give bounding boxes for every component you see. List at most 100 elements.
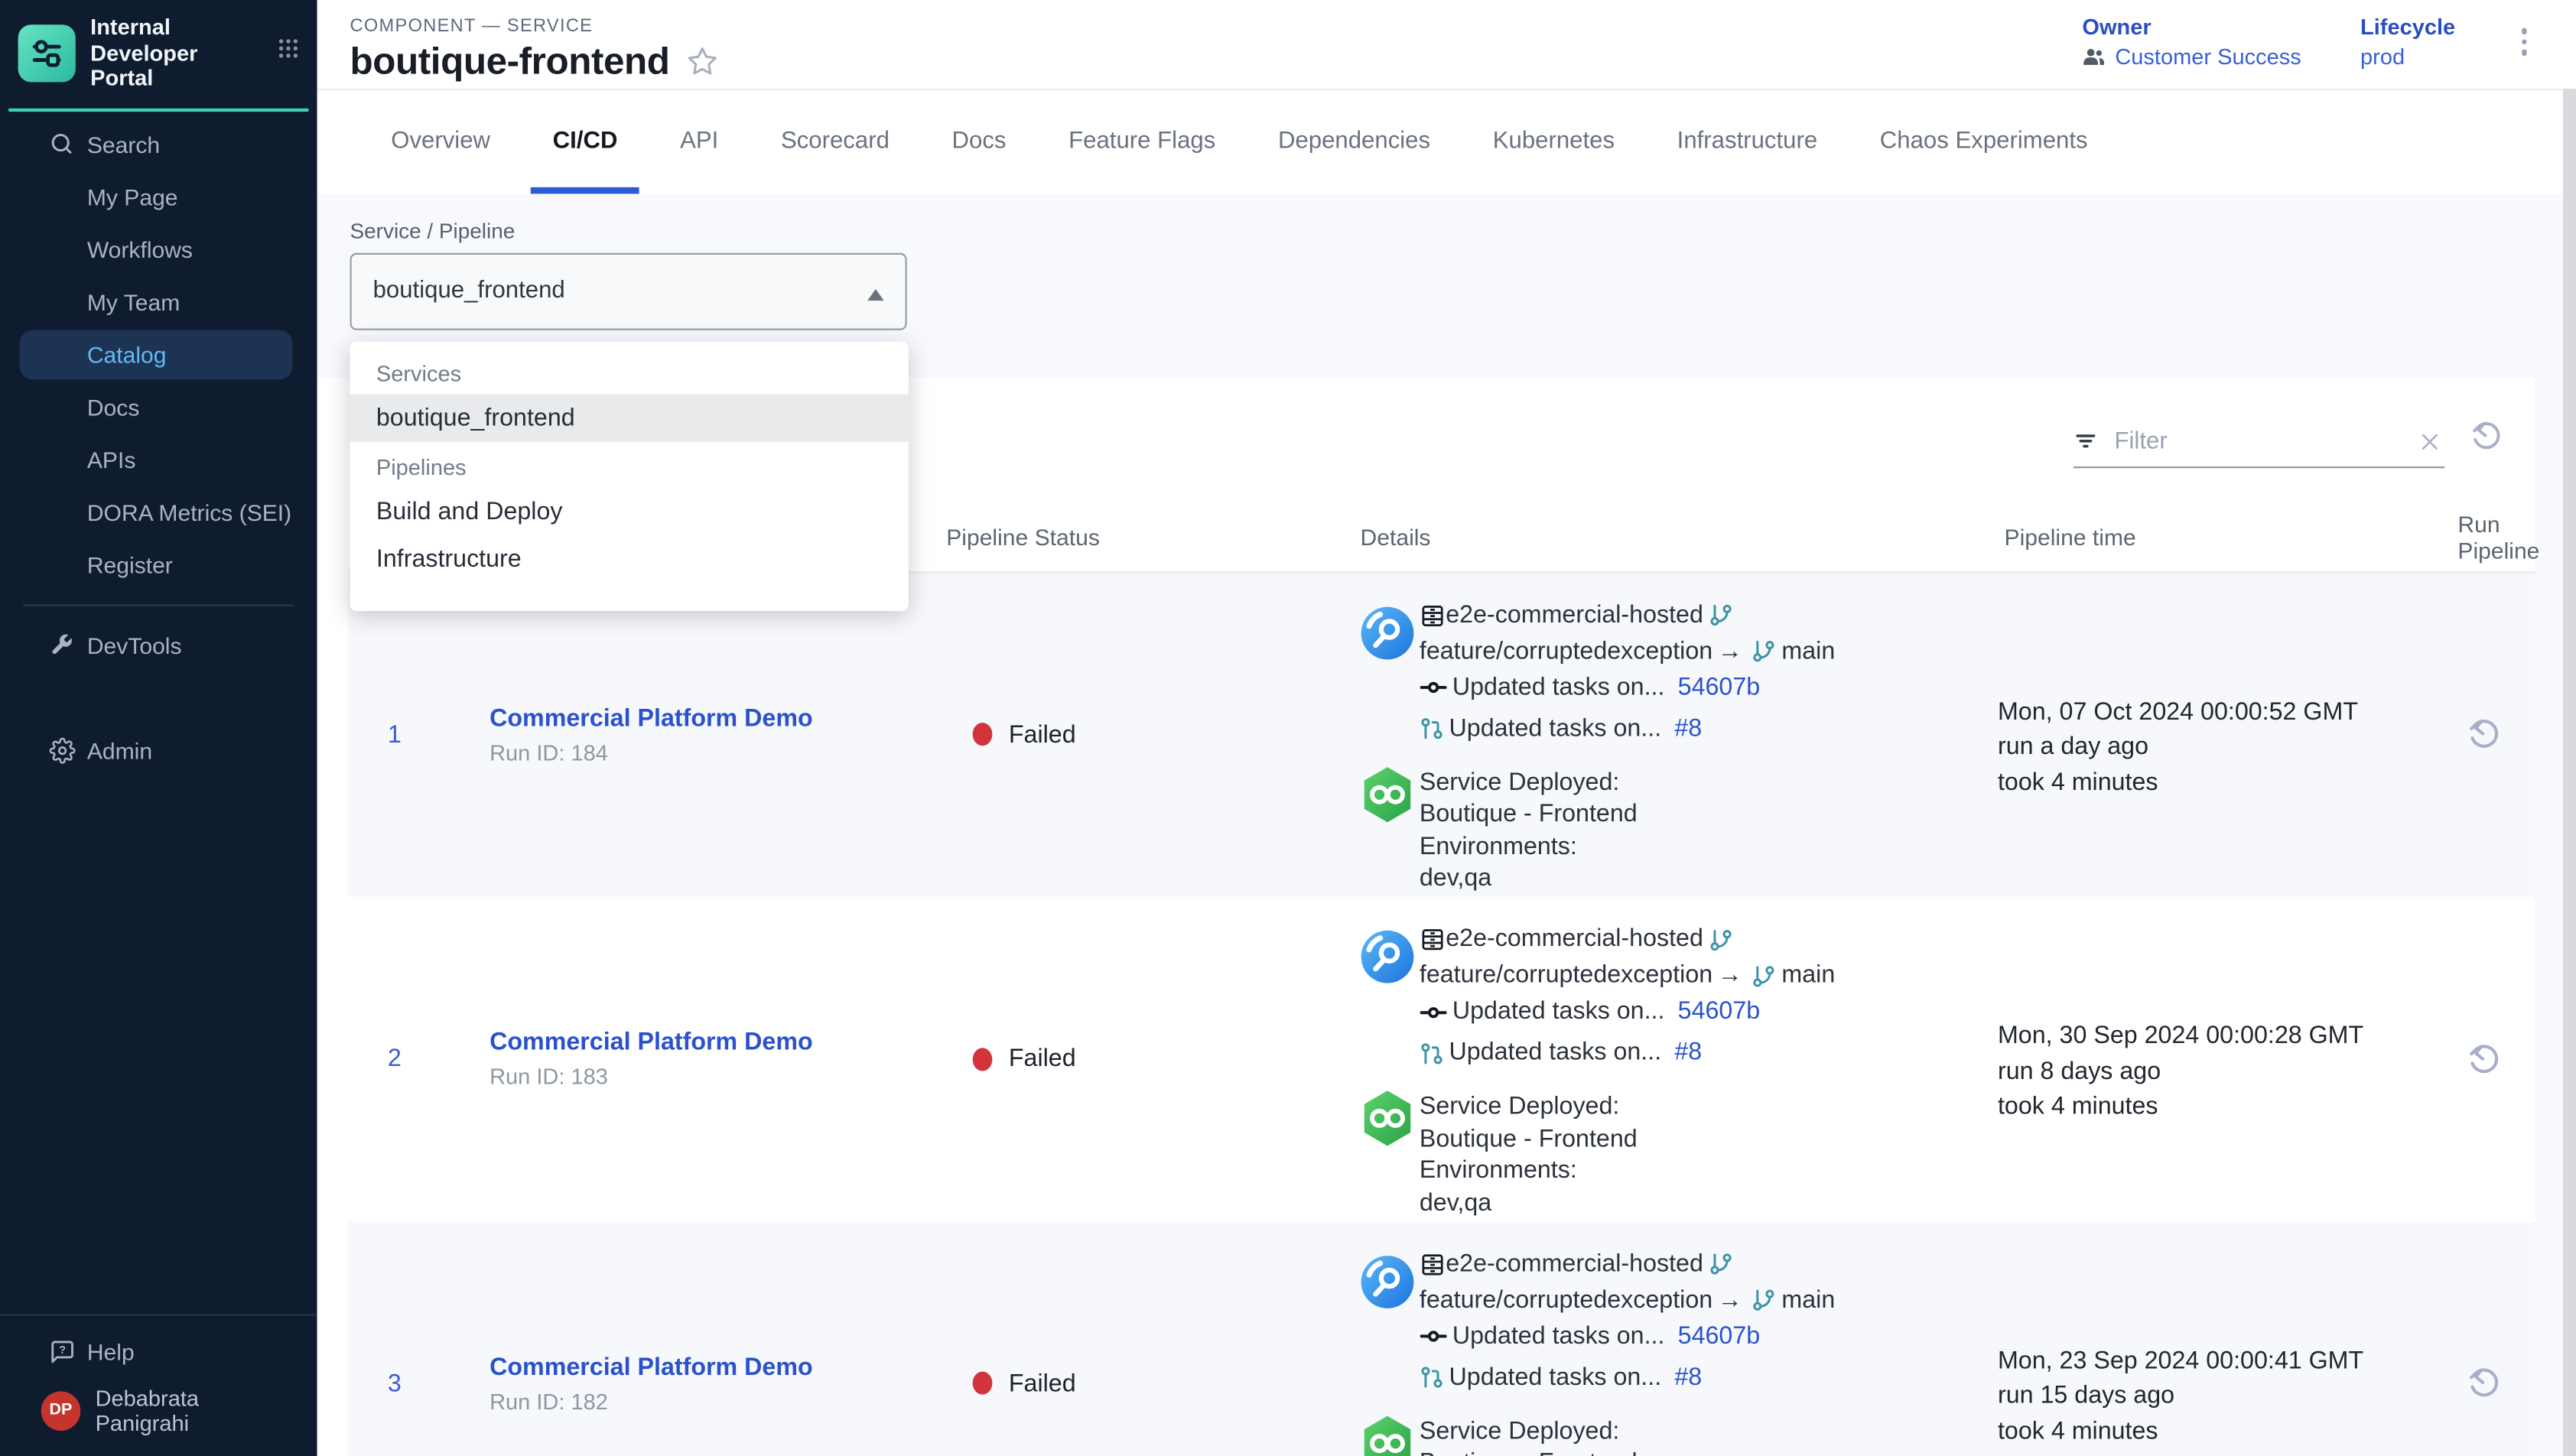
service-pipeline-select[interactable]: boutique_frontend [350, 252, 907, 330]
run-date: Mon, 07 Oct 2024 00:00:52 GMT [1998, 694, 2435, 730]
clear-filter-icon[interactable] [2418, 430, 2441, 453]
user-menu[interactable]: DP Debabrata Panigrahi [20, 1380, 293, 1439]
sidebar-item-label: My Page [87, 184, 178, 210]
status-failed-dot [973, 723, 993, 746]
tab-feature-flags[interactable]: Feature Flags [1037, 89, 1247, 193]
table-row: 2 Commercial Platform Demo Run ID: 183 F… [348, 897, 2534, 1221]
git-commit-icon [1420, 1322, 1448, 1350]
entity-header: COMPONENT — SERVICE boutique-frontend Ow… [317, 0, 2576, 89]
table-row: 1 Commercial Platform Demo Run ID: 184 F… [348, 573, 2534, 897]
sidebar-item-label: Admin [87, 737, 152, 763]
tab-kubernetes[interactable]: Kubernetes [1462, 89, 1646, 193]
tab-infrastructure[interactable]: Infrastructure [1646, 89, 1849, 193]
status-label: Failed [1009, 1045, 1076, 1074]
rerun-pipeline-icon[interactable] [2467, 717, 2503, 752]
executions-table: Pipeline Status Details Pipeline time Ru… [348, 502, 2534, 1456]
git-commit-icon [1420, 674, 1448, 702]
tab-overview[interactable]: Overview [359, 89, 521, 193]
sidebar-item-docs[interactable]: Docs [20, 381, 293, 434]
row-number: 2 [348, 897, 453, 1221]
sidebar-item-devtools[interactable]: DevTools [20, 619, 293, 672]
repo-name[interactable]: e2e-commercial-hosted [1446, 923, 1703, 956]
arrow-right-icon: → [1718, 959, 1742, 992]
pipeline-link[interactable]: Commercial Platform Demo [490, 1353, 940, 1381]
status-label: Failed [1009, 1370, 1076, 1398]
rerun-pipeline-icon[interactable] [2467, 1041, 2503, 1077]
sidebar-item-label: Workflows [87, 236, 193, 262]
repo-name[interactable]: e2e-commercial-hosted [1446, 599, 1703, 632]
commit-link[interactable]: 54607b [1678, 671, 1761, 704]
run-duration: took 4 minutes [1998, 1413, 2435, 1448]
gear-icon [47, 736, 76, 765]
search-icon [47, 131, 76, 159]
dropdown-option-build-and-deploy[interactable]: Build and Deploy [350, 487, 909, 535]
run-ago: run 15 days ago [1998, 1378, 2435, 1413]
select-value: boutique_frontend [352, 278, 565, 304]
col-header-details: Details [1354, 523, 1998, 549]
row-number: 3 [348, 1221, 453, 1456]
pipeline-link[interactable]: Commercial Platform Demo [490, 704, 940, 733]
filter-input[interactable] [2111, 426, 2418, 456]
pr-link[interactable]: #8 [1674, 1361, 1702, 1394]
commit-message: Updated tasks on... [1452, 996, 1665, 1029]
sidebar-item-my-team[interactable]: My Team [20, 276, 293, 329]
sidebar-item-register[interactable]: Register [20, 538, 293, 591]
scrollbar[interactable] [2563, 89, 2576, 1456]
sidebar-item-search[interactable]: Search [20, 119, 293, 171]
pr-link[interactable]: #8 [1674, 1036, 1702, 1069]
sidebar-item-apis[interactable]: APIs [20, 434, 293, 486]
arrow-right-icon: → [1718, 635, 1742, 668]
main-area: COMPONENT — SERVICE boutique-frontend Ow… [317, 0, 2576, 1456]
deploy-title: Service Deployed: [1420, 1090, 1835, 1123]
page-title: boutique-frontend [350, 40, 670, 84]
pr-message: Updated tasks on... [1449, 712, 1662, 745]
git-branch-icon [1708, 1252, 1732, 1276]
sidebar-item-dora-metrics[interactable]: DORA Metrics (SEI) [20, 486, 293, 539]
sidebar-item-help[interactable]: ? Help [20, 1324, 293, 1377]
run-date: Mon, 23 Sep 2024 00:00:41 GMT [1998, 1343, 2435, 1378]
rerun-pipeline-icon[interactable] [2467, 1366, 2503, 1402]
pr-link[interactable]: #8 [1674, 712, 1702, 745]
tab-scorecard[interactable]: Scorecard [750, 89, 921, 193]
dropdown-option-infrastructure[interactable]: Infrastructure [350, 535, 909, 582]
tab-chaos-experiments[interactable]: Chaos Experiments [1849, 89, 2119, 193]
sidebar-item-workflows[interactable]: Workflows [20, 223, 293, 276]
repository-icon [1420, 1251, 1446, 1277]
git-branch-icon [1708, 603, 1732, 627]
favorite-star-icon[interactable] [686, 46, 717, 77]
commit-message: Updated tasks on... [1452, 671, 1665, 704]
env-label: Environments: [1420, 1155, 1835, 1187]
sidebar-item-my-page[interactable]: My Page [20, 171, 293, 223]
col-header-run-pipeline: Run Pipeline [2435, 510, 2534, 563]
apps-grid-icon[interactable] [276, 37, 301, 70]
cd-module-icon [1359, 765, 1413, 832]
sidebar-divider [23, 604, 294, 606]
tab-dependencies[interactable]: Dependencies [1247, 89, 1462, 193]
idp-logo[interactable] [18, 24, 76, 82]
sidebar-item-admin[interactable]: Admin [20, 724, 293, 777]
sidebar-item-label: Search [87, 132, 160, 158]
filter-field [2073, 417, 2444, 468]
commit-link[interactable]: 54607b [1678, 996, 1761, 1029]
dropdown-group-services: Services [350, 347, 909, 393]
sidebar-item-catalog[interactable]: Catalog [20, 330, 293, 379]
more-options-kebab-icon[interactable] [2515, 18, 2534, 65]
git-commit-icon [1420, 998, 1448, 1026]
run-ago: run 8 days ago [1998, 1054, 2435, 1089]
pipeline-link[interactable]: Commercial Platform Demo [490, 1029, 940, 1057]
caret-up-icon [867, 288, 883, 300]
owner-link[interactable]: Customer Success [2115, 44, 2301, 69]
tab-api[interactable]: API [649, 89, 750, 193]
help-chat-icon: ? [47, 1337, 76, 1365]
pr-message: Updated tasks on... [1449, 1036, 1662, 1069]
tab-docs[interactable]: Docs [921, 89, 1038, 193]
tab-cicd[interactable]: CI/CD [522, 89, 649, 193]
sidebar-item-label: Help [87, 1338, 135, 1364]
repo-name[interactable]: e2e-commercial-hosted [1446, 1247, 1703, 1280]
commit-link[interactable]: 54607b [1678, 1320, 1761, 1353]
run-duration: took 4 minutes [1998, 1089, 2435, 1124]
env-value: dev,qa [1420, 863, 1835, 895]
refresh-icon[interactable] [2469, 418, 2503, 461]
dropdown-option-boutique-frontend[interactable]: boutique_frontend [350, 393, 909, 440]
git-branch-icon [1752, 1288, 1777, 1312]
